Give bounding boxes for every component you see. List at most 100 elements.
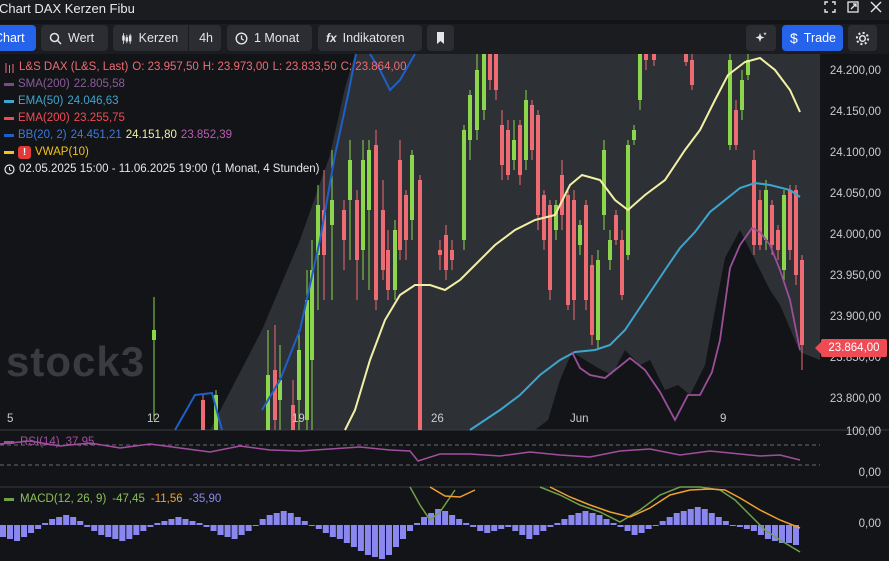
rsi-value: 37,95 — [65, 436, 95, 448]
macd-histogram-bar — [589, 513, 596, 525]
candle-body — [608, 240, 612, 260]
macd-histogram-bar — [785, 525, 792, 543]
macd-histogram-bar — [673, 513, 680, 525]
candle-body — [548, 205, 552, 290]
macd-histogram-bar — [449, 515, 456, 525]
candle-body — [690, 60, 694, 85]
last-price-badge: 23.864,00 — [815, 339, 887, 357]
macd-histogram-bar — [119, 525, 126, 541]
macd-histogram-bar — [687, 509, 694, 525]
macd-histogram-bar — [617, 525, 624, 527]
macd-histogram-bar — [596, 515, 603, 525]
candle-body — [794, 190, 798, 275]
price-tick: 24.000,00 — [829, 229, 881, 241]
legend-vwap-row[interactable]: ! VWAP(10) — [4, 144, 406, 161]
macd-histogram-bar — [624, 525, 631, 531]
candle-body — [614, 215, 618, 240]
macd-histogram-bar — [582, 511, 589, 525]
candle-body — [566, 195, 570, 305]
candle-body — [488, 54, 492, 80]
macd-histogram-bar — [98, 525, 105, 535]
candle-body — [652, 54, 656, 60]
macd-histogram-bar — [189, 521, 196, 525]
macd-histogram-bar — [392, 525, 399, 547]
macd-histogram-bar — [63, 515, 70, 525]
candle-body — [626, 145, 630, 255]
legend-instrument-row[interactable]: L&S DAX (L&S, Last) O: 23.957,50 H: 23.9… — [4, 59, 406, 76]
macd-legend[interactable]: MACD(12, 26, 9) -47,45 -11,56 -35,90 — [4, 493, 221, 505]
candle-body — [381, 210, 385, 270]
price-tick: 23.900,00 — [829, 311, 881, 323]
macd-histogram-bar — [470, 525, 477, 527]
macd-histogram-bar — [147, 525, 154, 527]
candle-body — [782, 195, 786, 270]
macd-histogram-bar — [175, 517, 182, 525]
macd-histogram-bar — [56, 517, 63, 525]
watermark-logo: stock3 — [6, 338, 146, 385]
macd-histogram-bar — [666, 517, 673, 525]
price-tick: 23.800,00 — [829, 393, 881, 405]
macd-histogram-bar — [498, 525, 505, 529]
candle-body — [482, 54, 486, 110]
macd-signal-value: -11,56 — [150, 493, 183, 505]
range-text: 02.05.2025 15:00 - 11.06.2025 19:00 — [19, 163, 208, 175]
macd-histogram-bar — [568, 515, 575, 525]
macd-histogram-bar — [231, 525, 238, 539]
macd-histogram-bar — [491, 525, 498, 531]
macd-histogram-bar — [238, 525, 245, 535]
candle-body — [438, 250, 442, 255]
price-tick: 24.100,00 — [829, 147, 881, 159]
candle-body — [500, 125, 504, 165]
macd-histogram-bar — [336, 525, 343, 539]
candle-body — [475, 70, 479, 130]
macd-histogram-bar — [182, 519, 189, 525]
macd-histogram-bar — [708, 513, 715, 525]
macd-histogram-bar — [287, 513, 294, 525]
macd-histogram-bar — [414, 523, 421, 525]
macd-histogram-bar — [743, 525, 750, 529]
candle-body — [752, 160, 756, 245]
macd-histogram-bar — [343, 525, 350, 543]
macd-histogram-bar — [273, 513, 280, 525]
macd-histogram-bar — [21, 525, 28, 537]
legend-range-row: 02.05.2025 15:00 - 11.06.2025 19:00 (1 M… — [4, 161, 406, 178]
candle-body — [342, 210, 346, 240]
macd-histogram-bar — [140, 525, 147, 531]
candle-body — [590, 265, 594, 335]
macd-histogram-bar — [364, 525, 371, 555]
macd-histogram-bar — [196, 523, 203, 525]
time-tick: 19 — [292, 413, 305, 425]
macd-histogram-bar — [715, 517, 722, 525]
macd-histogram-bar — [526, 525, 533, 539]
macd-histogram-bar — [554, 523, 561, 525]
macd-histogram-bar — [84, 525, 91, 527]
candle-body — [393, 230, 397, 290]
candle-body — [355, 200, 359, 260]
macd-histogram-bar — [329, 525, 336, 537]
candle-body — [632, 130, 636, 140]
legend-ema200-row[interactable]: EMA(200) 23.255,75 — [4, 110, 406, 127]
macd-histogram-bar — [638, 525, 645, 533]
macd-histogram-bar — [322, 525, 329, 533]
legend-ema50-row[interactable]: EMA(50) 24.046,63 — [4, 93, 406, 110]
ema200-value: 23.255,75 — [73, 112, 125, 124]
ema200-swatch — [4, 117, 14, 120]
legend-sma-row[interactable]: SMA(200) 22.805,58 — [4, 76, 406, 93]
candle-body — [201, 400, 205, 430]
macd-histogram-bar — [680, 511, 687, 525]
macd-histogram-bar — [371, 525, 378, 557]
candles-icon — [5, 62, 14, 73]
ema50-label: EMA(50) — [18, 95, 64, 107]
candle-body — [518, 125, 522, 175]
candle-body — [684, 54, 688, 62]
sma-swatch — [4, 83, 14, 86]
rsi-legend[interactable]: RSI(14) 37,95 — [4, 436, 94, 448]
macd-histogram-bar — [400, 525, 407, 539]
legend-bb-row[interactable]: BB(20, 2) 24.451,21 24.151,80 23.852,39 — [4, 127, 406, 144]
macd-signal-line — [429, 486, 476, 498]
macd-axis-zero: 0,00 — [858, 518, 881, 530]
macd-histogram-bar — [484, 525, 491, 533]
sma-value: 22.805,58 — [73, 78, 125, 90]
macd-histogram-bar — [168, 519, 175, 525]
candle-body — [800, 260, 804, 345]
